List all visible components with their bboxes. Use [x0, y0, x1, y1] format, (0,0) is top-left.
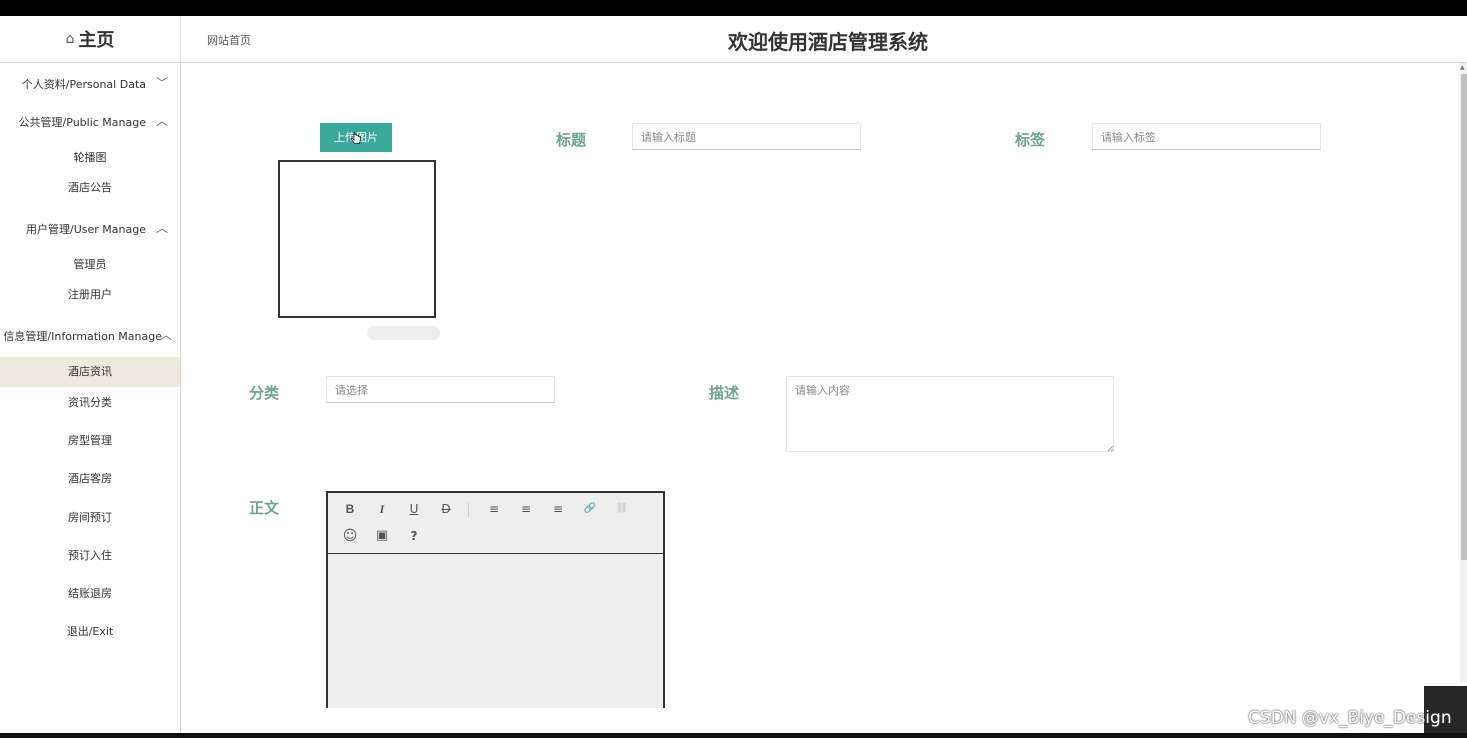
emoji-icon[interactable]: ☺ [340, 526, 360, 546]
italic-icon[interactable]: I [372, 499, 392, 519]
image-remove-pill[interactable] [367, 326, 440, 340]
hand-cursor-icon [351, 132, 361, 144]
sidebar-item-hotel-rooms[interactable]: 酒店客房 [0, 464, 180, 494]
sidebar-item-room-booking[interactable]: 房间预订 [0, 503, 180, 533]
sidebar-group-public-manage[interactable]: 公共管理/Public Manage ︿ [0, 111, 180, 131]
toolbar-separator [468, 503, 469, 517]
bold-icon[interactable]: B [340, 499, 360, 519]
home-icon: ⌂ [65, 31, 75, 47]
strikethrough-icon[interactable]: D [436, 499, 456, 519]
sidebar-group-user-manage[interactable]: 用户管理/User Manage ︿ [0, 218, 180, 238]
tag-label: 标签 [1015, 131, 1046, 149]
sidebar-item-room-type[interactable]: 房型管理 [0, 426, 180, 456]
chevron-down-icon: ﹀ [155, 76, 168, 90]
sidebar-item-check-out[interactable]: 结账退房 [0, 579, 180, 609]
sidebar-item-carousel[interactable]: 轮播图 [0, 143, 180, 173]
chevron-up-icon: ︿ [155, 114, 168, 128]
sidebar-item-admin[interactable]: 管理员 [0, 250, 180, 280]
scroll-up-arrow-icon[interactable]: ▲ [1460, 64, 1465, 71]
rich-text-editor[interactable]: B I U D ≡ ≡ ≡ 🔗 ⛓ ☺ ▣ ? [326, 491, 665, 708]
tag-input[interactable]: 请输入标签 [1092, 123, 1321, 150]
sidebar: 个人资料/Personal Data ﹀ 公共管理/Public Manage … [0, 63, 181, 733]
body-label: 正文 [249, 499, 280, 517]
top-header: ⌂ 主页 网站首页 欢迎使用酒店管理系统 [0, 16, 1467, 63]
chevron-up-icon: ︿ [159, 328, 172, 342]
sidebar-item-news-category[interactable]: 资讯分类 [0, 388, 180, 418]
description-textarea[interactable]: 请输入内容 [786, 376, 1114, 452]
home-link[interactable]: ⌂ 主页 [0, 16, 181, 62]
align-right-icon[interactable]: ≡ [548, 499, 568, 519]
editor-toolbar: B I U D ≡ ≡ ≡ 🔗 ⛓ ☺ ▣ ? [328, 493, 663, 554]
sidebar-group-information-manage[interactable]: 信息管理/Information Manage ︿ [0, 325, 180, 345]
unlink-icon[interactable]: ⛓ [612, 499, 632, 519]
align-left-icon[interactable]: ≡ [484, 499, 504, 519]
brand-label: 主页 [78, 30, 115, 51]
sidebar-item-registered-users[interactable]: 注册用户 [0, 280, 180, 310]
sidebar-item-exit[interactable]: 退出/Exit [0, 617, 180, 647]
sidebar-group-label: 用户管理/User Manage [26, 223, 146, 236]
sidebar-item-hotel-notice[interactable]: 酒店公告 [0, 173, 180, 203]
breadcrumb[interactable]: 网站首页 [207, 32, 251, 48]
description-label: 描述 [709, 384, 740, 402]
sidebar-item-check-in[interactable]: 预订入住 [0, 541, 180, 571]
link-icon[interactable]: 🔗 [580, 499, 600, 519]
bottom-bar [0, 733, 1467, 738]
underline-icon[interactable]: U [404, 499, 424, 519]
image-preview[interactable] [278, 160, 436, 318]
sidebar-group-personal-data[interactable]: 个人资料/Personal Data ﹀ [0, 73, 180, 93]
page-title: 欢迎使用酒店管理系统 [728, 30, 928, 54]
image-icon[interactable]: ▣ [372, 526, 392, 546]
align-center-icon[interactable]: ≡ [516, 499, 536, 519]
sidebar-group-label: 个人资料/Personal Data [21, 78, 146, 91]
watermark: CSDN @vx_Biye_Design [1248, 708, 1452, 728]
title-label: 标题 [556, 131, 587, 149]
scrollbar-thumb[interactable] [1461, 74, 1467, 560]
sidebar-group-label: 公共管理/Public Manage [18, 116, 146, 129]
resize-handle-icon[interactable] [1106, 444, 1114, 452]
help-icon[interactable]: ? [404, 526, 424, 546]
category-select[interactable]: 请选择 [326, 376, 555, 403]
title-input[interactable]: 请输入标题 [632, 123, 861, 150]
category-label: 分类 [249, 384, 280, 402]
chevron-up-icon: ︿ [155, 221, 168, 235]
sidebar-group-label: 信息管理/Information Manage [3, 330, 162, 343]
sidebar-item-hotel-news[interactable]: 酒店资讯 [0, 357, 180, 387]
